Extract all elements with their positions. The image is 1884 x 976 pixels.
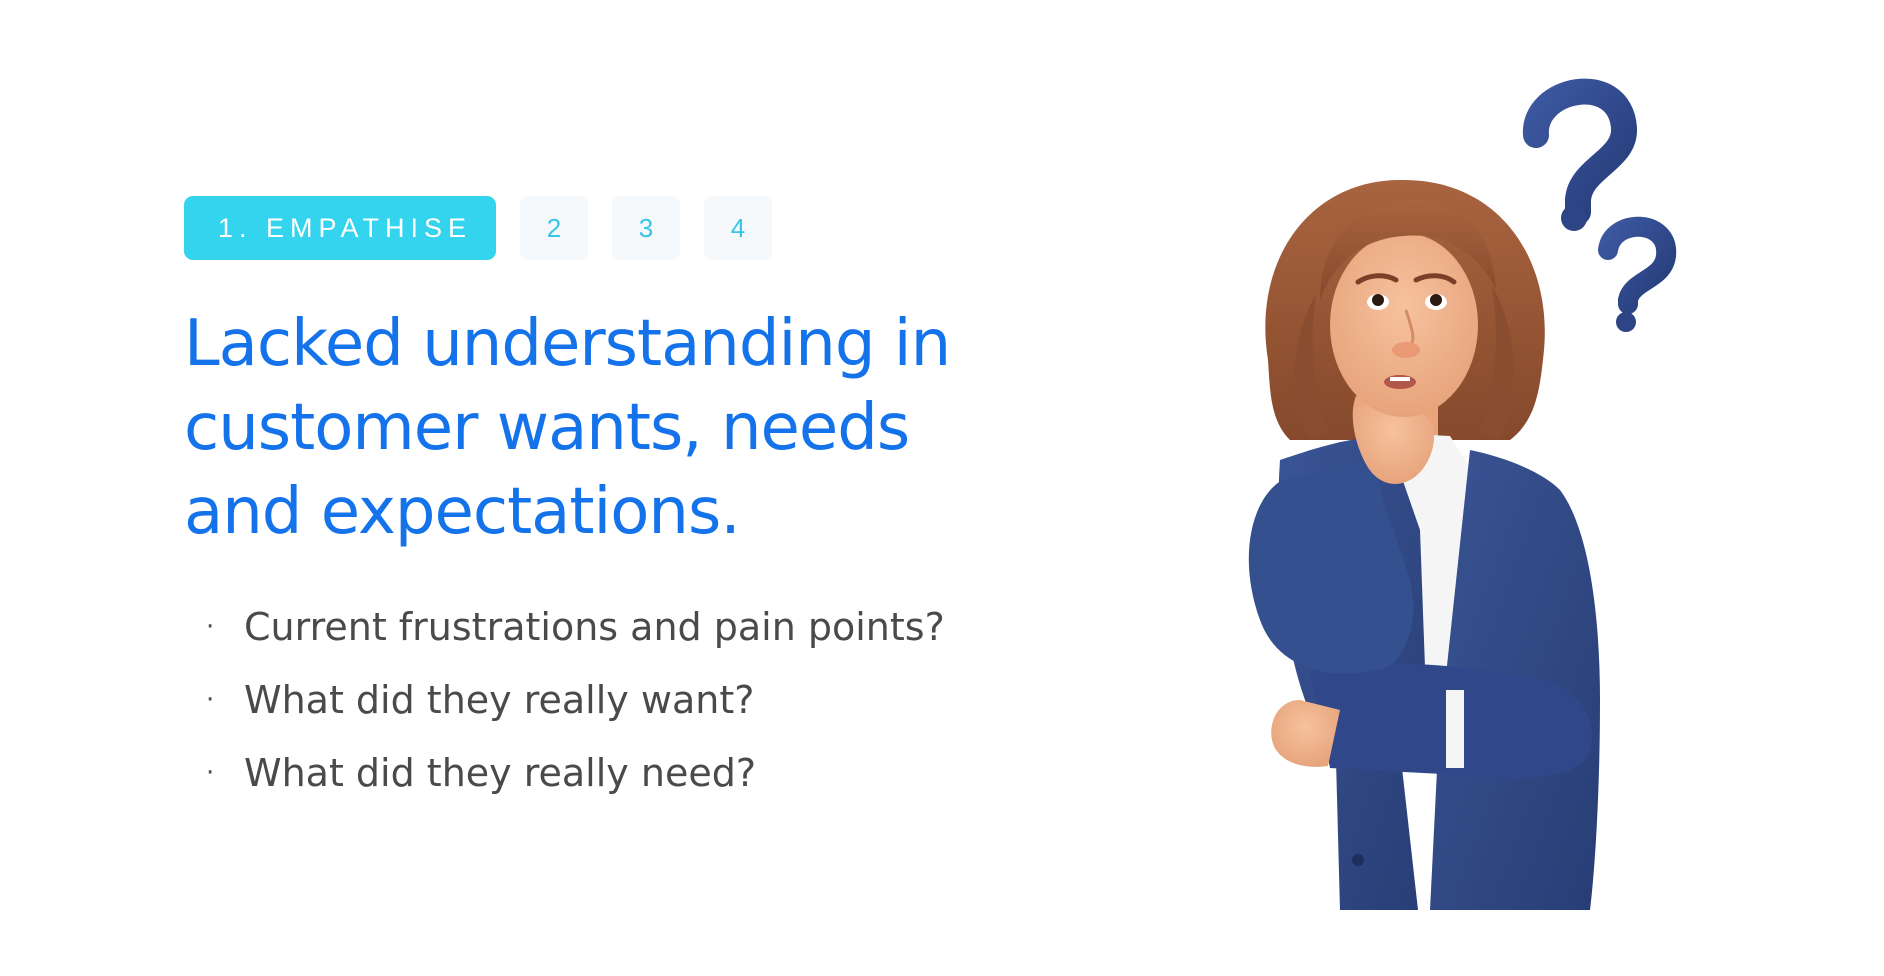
step-tabs: 1. EMPATHISE 2 3 4 xyxy=(184,196,772,260)
headline-line-1: Lacked understanding in xyxy=(184,307,951,381)
bullet-dot-icon: · xyxy=(206,757,215,788)
list-item-text: What did they really want? xyxy=(244,677,755,722)
bullet-list: · Current frustrations and pain points? … xyxy=(206,590,966,809)
bullet-dot-icon: · xyxy=(206,684,215,715)
list-item: · What did they really want? xyxy=(206,663,966,736)
list-item: · Current frustrations and pain points? xyxy=(206,590,966,663)
question-marks-icon xyxy=(1523,78,1677,332)
list-item-text: Current frustrations and pain points? xyxy=(244,604,945,649)
step-tab-empathise[interactable]: 1. EMPATHISE xyxy=(184,196,496,260)
bullet-dot-icon: · xyxy=(206,611,215,642)
page-title: Lacked understanding in customer wants, … xyxy=(184,302,984,554)
headline-line-2: customer wants, needs xyxy=(184,391,910,465)
slide: 1. EMPATHISE 2 3 4 Lacked understanding … xyxy=(0,0,1884,976)
thinking-woman-illustration xyxy=(1248,78,1677,910)
step-tab-3[interactable]: 3 xyxy=(612,196,680,260)
headline-line-3: and expectations. xyxy=(184,475,741,549)
list-item-text: What did they really need? xyxy=(244,750,756,795)
step-tab-2[interactable]: 2 xyxy=(520,196,588,260)
step-tab-4[interactable]: 4 xyxy=(704,196,772,260)
list-item: · What did they really need? xyxy=(206,736,966,809)
